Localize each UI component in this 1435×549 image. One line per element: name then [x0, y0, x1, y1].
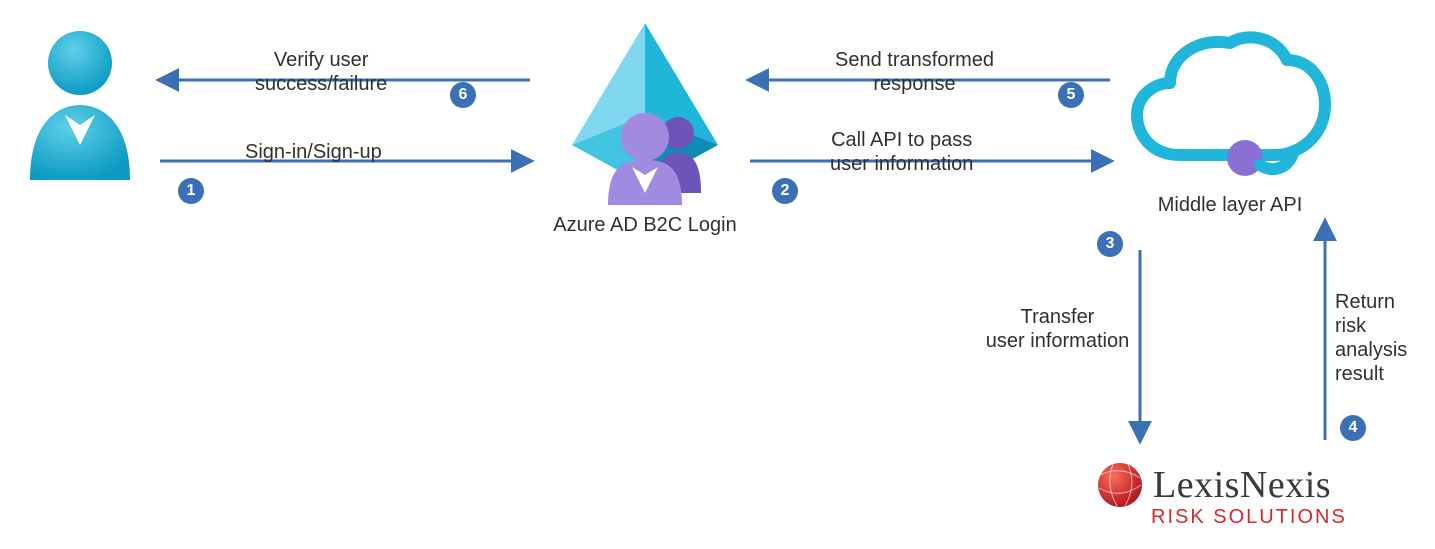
badge-step-6: 6 — [450, 82, 476, 108]
lexisnexis-name: LexisNexis — [1153, 464, 1331, 506]
badge-step-1: 1 — [178, 178, 204, 204]
badge-step-5: 5 — [1058, 82, 1084, 108]
cloud-api-icon — [1125, 25, 1335, 185]
azure-ad-b2c-node: Azure AD B2C Login — [550, 15, 740, 237]
label-step-4: Return risk analysis result — [1335, 290, 1435, 386]
arrow-step-3 — [1135, 250, 1145, 450]
label-step-5: Send transformed response — [835, 48, 994, 96]
lexisnexis-node: LexisNexis RISK SOLUTIONS — [1095, 460, 1347, 529]
middle-layer-api-node: Middle layer API — [1125, 25, 1335, 217]
arrow-step-4 — [1320, 222, 1330, 450]
user-node — [20, 25, 140, 190]
badge-step-4: 4 — [1340, 415, 1366, 441]
badge-step-3: 3 — [1097, 231, 1123, 257]
lexisnexis-subtitle: RISK SOLUTIONS — [1151, 506, 1347, 529]
azure-pyramid-icon — [550, 15, 740, 205]
label-step-6: Verify user success/failure — [255, 48, 387, 96]
user-icon — [20, 25, 140, 185]
label-step-1: Sign-in/Sign-up — [245, 140, 382, 164]
label-step-2: Call API to pass user information — [830, 128, 973, 176]
label-step-3: Transfer user information — [985, 305, 1130, 353]
lexisnexis-globe-icon — [1095, 460, 1145, 510]
azure-label: Azure AD B2C Login — [550, 214, 740, 237]
badge-step-2: 2 — [772, 178, 798, 204]
middle-layer-label: Middle layer API — [1125, 194, 1335, 217]
